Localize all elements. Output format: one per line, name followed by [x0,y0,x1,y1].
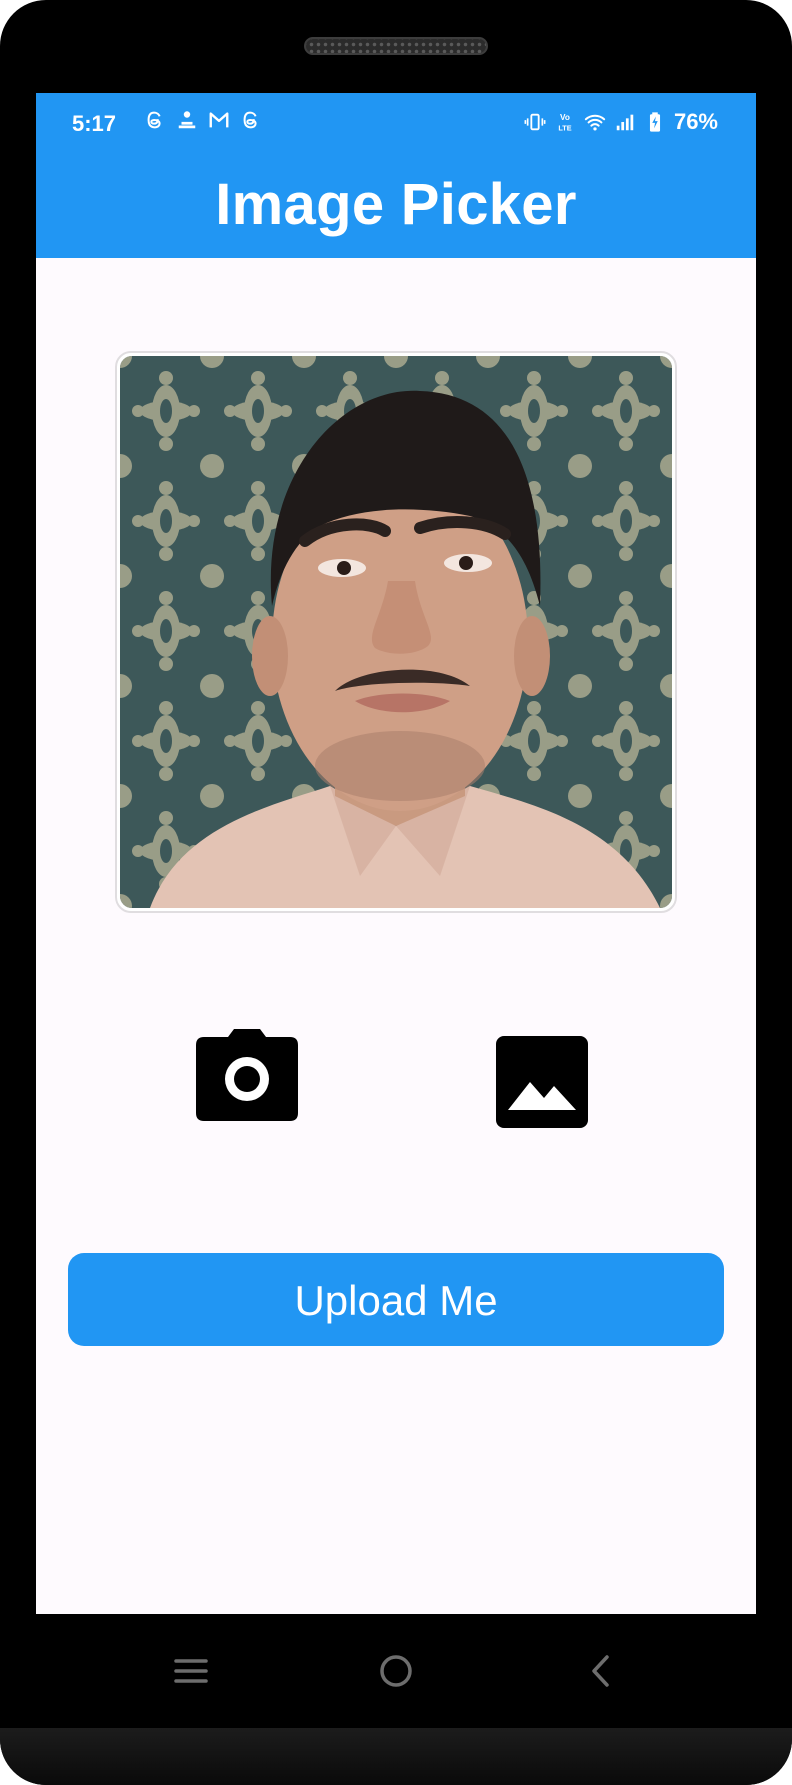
earpiece-speaker [304,37,488,55]
volte-icon: VoLTE [558,113,571,132]
navigation-bar [36,1614,756,1728]
svg-text:Vo: Vo [560,113,570,122]
back-icon[interactable] [581,1650,623,1692]
battery-percent: 76% [673,109,718,134]
home-icon[interactable] [375,1650,417,1692]
svg-text:LTE: LTE [558,123,571,132]
notification-icons [144,109,262,131]
battery-charging-icon [649,112,660,132]
app-bar: Image Picker [36,151,756,258]
photo-illustration [120,356,672,908]
threads-icon [243,111,257,129]
camera-icon [196,1029,298,1121]
gallery-button[interactable] [496,1036,588,1128]
gmail-icon [209,112,229,128]
status-bar: 5:17 Vo LTE 76% [36,93,756,151]
picked-image-frame [115,351,677,913]
recent-apps-icon[interactable] [170,1650,212,1692]
status-time: 5:17 [72,111,117,136]
image-icon [496,1036,588,1128]
screen: 5:17 Vo LTE 76% Image Picker Upload Me [36,93,756,1614]
wifi-icon [584,114,606,131]
bottom-bezel [0,1728,792,1785]
notification-app-icon [178,111,196,129]
system-status-icons: Vo LTE 76% [524,109,718,135]
signal-icon [616,114,634,131]
upload-button[interactable]: Upload Me [68,1253,724,1346]
threads-icon [147,111,161,129]
picked-photo [120,356,672,908]
camera-button[interactable] [196,1029,298,1121]
page-title: Image Picker [215,172,577,237]
vibrate-icon [524,113,546,131]
phone-frame: 5:17 Vo LTE 76% Image Picker Upload Me [0,0,792,1785]
